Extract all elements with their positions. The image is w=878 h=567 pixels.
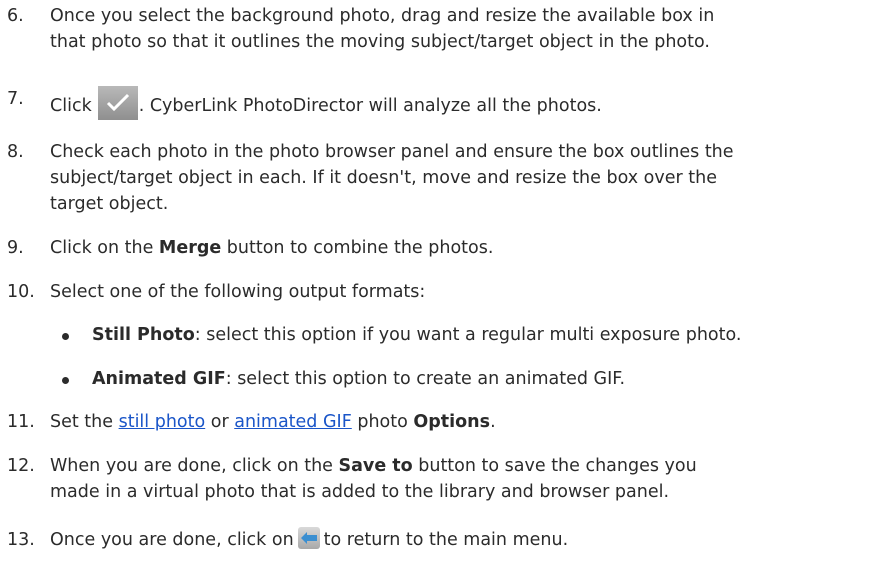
step-text: Select one of the following output forma…: [50, 282, 426, 302]
step-text: When you are done, click on the Save to …: [50, 456, 697, 502]
step-number: 13.: [7, 530, 35, 550]
step-text: Set the still photo or animated GIF phot…: [50, 412, 496, 432]
step-text: Click on the Merge button to combine the…: [50, 238, 494, 258]
bullet-dot: [62, 377, 69, 384]
step-text: Click. CyberLink PhotoDirector will anal…: [50, 86, 850, 120]
still-photo-link[interactable]: still photo: [119, 412, 206, 432]
help-page: 6. Once you select the background photo,…: [0, 0, 878, 567]
merge-label: Merge: [158, 238, 222, 258]
bullet-dot: [62, 333, 69, 340]
save-to-label: Save to: [338, 456, 413, 476]
step-number: 8.: [7, 142, 24, 162]
back-arrow-icon: [297, 527, 320, 549]
step-text: Once you select the background photo, dr…: [50, 3, 850, 55]
step-number: 11.: [7, 412, 35, 432]
step-line: Once you select the background photo, dr…: [50, 6, 715, 26]
step-number: 6.: [7, 6, 24, 26]
step-number: 10.: [7, 282, 35, 302]
step-text: Once you are done, click on to return to …: [50, 527, 850, 553]
animated-gif-link[interactable]: animated GIF: [234, 412, 352, 432]
step-text: Check each photo in the photo browser pa…: [50, 142, 734, 214]
checkmark-icon: [97, 86, 138, 120]
step-number: 9.: [7, 238, 24, 258]
step-number: 7.: [7, 89, 24, 109]
step-line: that photo so that it outlines the movin…: [50, 32, 710, 52]
step-number: 12.: [7, 456, 35, 476]
